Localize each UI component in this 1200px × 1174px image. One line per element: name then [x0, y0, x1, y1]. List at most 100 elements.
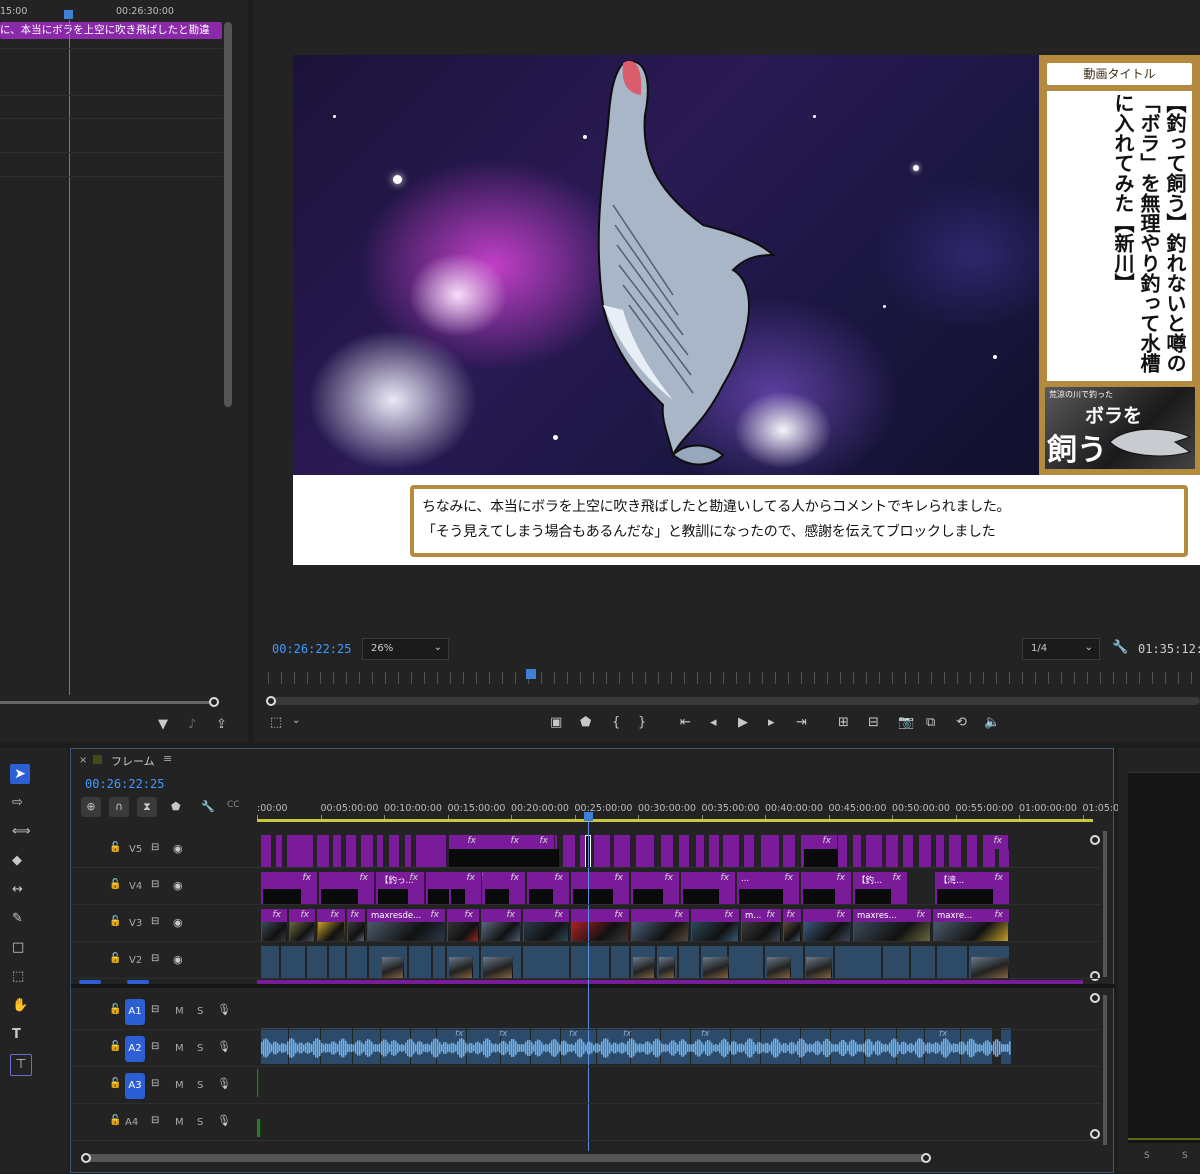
v2-clip[interactable] — [347, 946, 368, 979]
audio-tracks-scrollbar[interactable] — [1103, 995, 1107, 1145]
v2-clip[interactable] — [883, 946, 910, 979]
v3-clip-thumb[interactable] — [482, 922, 521, 942]
lock-icon[interactable]: 🔓 — [109, 1042, 121, 1052]
v4-clip-thumb[interactable] — [485, 889, 509, 905]
v3-clip-thumb[interactable] — [524, 922, 569, 942]
v3-clip-thumb[interactable] — [348, 922, 365, 942]
v3-clip-thumb[interactable] — [784, 922, 801, 942]
playback-resolution-select[interactable]: 1/4 ⌄ — [1022, 638, 1100, 660]
audio-scroll-knob-top[interactable] — [1090, 993, 1100, 1003]
v5-clip-thumb[interactable] — [449, 849, 483, 868]
v4-clip-thumb[interactable] — [321, 889, 358, 905]
sync-lock-icon[interactable]: ⊟ — [151, 1042, 159, 1052]
solo-right-button[interactable]: S — [1182, 1151, 1188, 1161]
add-marker-icon[interactable]: ⬟ — [580, 716, 591, 729]
mute-button[interactable]: M — [175, 1080, 184, 1091]
track-name[interactable]: V2 — [129, 955, 142, 966]
v5-clip[interactable] — [405, 835, 412, 868]
step-back-icon[interactable]: ◂ — [710, 716, 717, 729]
go-to-in-icon[interactable]: ⇤ — [680, 716, 691, 729]
mute-button[interactable]: M — [175, 1117, 184, 1128]
v2-clip[interactable] — [835, 946, 882, 979]
solo-button[interactable]: S — [197, 1117, 203, 1128]
pen-tool-icon[interactable]: ✎ — [12, 912, 23, 925]
v5-clip[interactable] — [389, 835, 400, 868]
video-scroll-knob-top[interactable] — [1090, 835, 1100, 845]
hand-tool-icon[interactable]: ✋ — [12, 999, 28, 1012]
v5-clip[interactable] — [919, 835, 932, 868]
eye-icon[interactable]: ◉ — [173, 843, 183, 854]
lift-icon[interactable]: ⊞ — [838, 716, 849, 729]
v2-clip-thumb[interactable] — [633, 957, 655, 979]
v3-clip-thumb[interactable] — [854, 922, 931, 942]
v2-clip-thumb[interactable] — [703, 957, 729, 979]
lock-icon[interactable]: 🔓 — [109, 954, 121, 964]
caption-tool-icon[interactable]: ⊤ — [10, 1054, 32, 1076]
microphone-icon[interactable]: 🎙 — [217, 1115, 231, 1126]
speaker-icon[interactable]: 🔈 — [984, 716, 1000, 729]
track-name[interactable]: V3 — [129, 918, 142, 929]
v2-clip[interactable] — [409, 946, 432, 979]
microphone-icon[interactable]: 🎙 — [217, 1004, 231, 1015]
v5-clip-fx[interactable]: fx — [983, 835, 1009, 849]
v2-clip[interactable] — [679, 946, 700, 979]
v2-clip-thumb[interactable] — [483, 957, 513, 979]
v4-clip-thumb[interactable] — [739, 889, 783, 905]
v5-clip[interactable] — [886, 835, 899, 868]
v2-clip-thumb[interactable] — [382, 957, 404, 979]
v3-clip-thumb[interactable] — [262, 922, 287, 942]
v2-clip-thumb[interactable] — [449, 957, 473, 979]
timeline-horizontal-scrollbar[interactable] — [85, 1154, 929, 1162]
v5-clip[interactable] — [936, 835, 945, 868]
program-playhead-handle[interactable] — [526, 669, 536, 679]
track-name[interactable]: V4 — [129, 881, 142, 892]
lock-icon[interactable]: 🔓 — [109, 843, 121, 853]
track-name[interactable]: V5 — [129, 844, 142, 855]
v5-clip[interactable] — [761, 835, 780, 868]
track-name[interactable]: A2 — [125, 1036, 145, 1062]
vr-video-icon[interactable]: ⟲ — [956, 716, 967, 729]
v5-clip[interactable] — [261, 835, 272, 868]
v5-clip-thumb[interactable] — [525, 849, 559, 868]
go-to-out-icon[interactable]: ⇥ — [796, 716, 807, 729]
video-scroll-knob-bottom[interactable] — [1090, 971, 1100, 981]
mark-out-icon[interactable]: } — [638, 716, 646, 729]
zoom-level-select[interactable]: 26% ⌄ — [362, 638, 449, 660]
filter-icon[interactable]: ▼ — [158, 718, 168, 731]
sync-lock-icon[interactable]: ⊟ — [151, 954, 159, 964]
lock-icon[interactable]: 🔓 — [109, 880, 121, 890]
v5-clip[interactable] — [783, 835, 796, 868]
v5-clip[interactable] — [361, 835, 374, 868]
sync-lock-icon[interactable]: ⊟ — [151, 1116, 159, 1126]
extract-icon[interactable]: ⊟ — [868, 716, 879, 729]
video-tracks-scrollbar[interactable] — [1103, 831, 1107, 977]
v5-clip[interactable] — [346, 835, 357, 868]
track-select-tool-icon[interactable]: ⇨ — [12, 796, 23, 809]
slip-tool-icon[interactable]: ↔ — [12, 883, 23, 896]
step-forward-icon[interactable]: ▸ — [768, 716, 775, 729]
v2-clip[interactable] — [261, 946, 280, 979]
timeline-scroll-knob-right[interactable] — [921, 1153, 931, 1163]
v5-clip-fx[interactable]: fx — [449, 835, 483, 849]
v2-clip-thumb[interactable] — [767, 957, 791, 979]
v3-clip-thumb[interactable] — [692, 922, 739, 942]
v3-clip-thumb[interactable] — [632, 922, 689, 942]
v3-clip-thumb[interactable] — [742, 922, 781, 942]
track-name[interactable]: A3 — [125, 1073, 145, 1099]
v4-clip-thumb[interactable] — [378, 889, 408, 905]
source-vertical-scrollbar[interactable] — [224, 22, 232, 407]
v2-clip[interactable] — [729, 946, 764, 979]
ripple-edit-tool-icon[interactable]: ⟺ — [12, 825, 31, 838]
v4-clip-thumb[interactable] — [855, 889, 891, 905]
v5-clip[interactable] — [866, 835, 883, 868]
sync-lock-icon[interactable]: ⊟ — [151, 1005, 159, 1015]
v5-clip[interactable] — [287, 835, 314, 868]
a3-clip[interactable] — [257, 1069, 259, 1097]
v5-clip[interactable] — [723, 835, 740, 868]
v3-clip-thumb[interactable] — [290, 922, 315, 942]
source-clip-caption[interactable]: に、本当にボラを上空に吹き飛ばしたと勘違 — [0, 22, 222, 39]
a4-clip[interactable] — [257, 1119, 261, 1137]
timeline-scroll-knob-left[interactable] — [81, 1153, 91, 1163]
program-current-timecode[interactable]: 00:26:22:25 — [272, 642, 351, 656]
play-icon[interactable]: ▶ — [738, 716, 748, 729]
